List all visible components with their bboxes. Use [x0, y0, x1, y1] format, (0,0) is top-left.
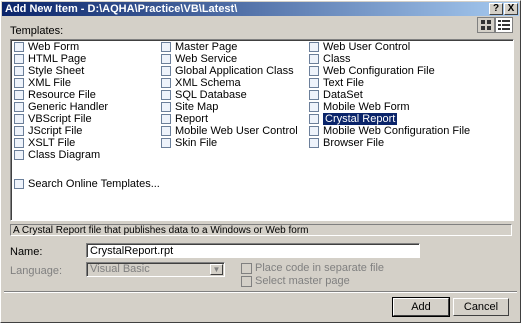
help-button[interactable]: ? — [489, 3, 503, 15]
dialog-title: Add New Item - D:\AQHA\Practice\VB\Lates… — [5, 3, 238, 15]
template-item[interactable]: Generic Handler — [13, 101, 108, 113]
list-icon — [498, 20, 510, 30]
template-item[interactable]: Web User Control — [308, 41, 410, 53]
template-item[interactable]: Report — [160, 113, 208, 125]
browser-file-icon — [309, 138, 319, 148]
select-master-checkbox[interactable] — [241, 276, 252, 287]
sql-database-icon — [161, 90, 171, 100]
xml-file-icon — [14, 78, 24, 88]
mobile-web-form-icon — [309, 102, 319, 112]
template-item[interactable]: HTML Page — [13, 53, 86, 65]
place-code-checkbox[interactable] — [241, 263, 252, 274]
template-item-selected[interactable]: Crystal Report — [308, 112, 399, 126]
template-item[interactable]: Browser File — [308, 137, 384, 149]
generic-handler-icon — [14, 102, 24, 112]
place-code-label: Place code in separate file — [255, 262, 385, 274]
template-item[interactable]: Class — [308, 53, 351, 65]
template-item[interactable]: Web Service — [160, 53, 237, 65]
template-item[interactable]: Skin File — [160, 137, 217, 149]
search-online-icon — [14, 179, 24, 189]
xslt-file-icon — [14, 138, 24, 148]
master-page-icon — [161, 42, 171, 52]
templates-list[interactable]: Web Form HTML Page Style Sheet XML File … — [10, 39, 514, 221]
template-item[interactable]: VBScript File — [13, 113, 92, 125]
search-online-templates[interactable]: Search Online Templates... — [13, 178, 160, 190]
template-item[interactable]: Web Form — [13, 41, 79, 53]
resource-file-icon — [14, 90, 24, 100]
small-icons-view-button[interactable] — [495, 17, 513, 33]
templates-label: Templates: — [10, 25, 64, 37]
language-label: Language: — [10, 265, 62, 277]
template-item[interactable]: Text File — [308, 77, 364, 89]
cancel-button[interactable]: Cancel — [453, 298, 509, 316]
template-item[interactable]: Master Page — [160, 41, 237, 53]
language-select[interactable]: Visual Basic ▼ — [86, 262, 225, 277]
web-configuration-file-icon — [309, 66, 319, 76]
template-item[interactable]: Global Application Class — [160, 65, 294, 77]
skin-file-icon — [161, 138, 171, 148]
xml-schema-icon — [161, 78, 171, 88]
large-icons-view-button[interactable] — [477, 17, 495, 33]
template-item[interactable]: Mobile Web Configuration File — [308, 125, 470, 137]
template-item[interactable]: SQL Database — [160, 89, 247, 101]
title-bar[interactable]: Add New Item - D:\AQHA\Practice\VB\Lates… — [2, 2, 519, 16]
close-button[interactable]: X — [504, 3, 518, 15]
crystal-report-icon — [309, 114, 319, 124]
dataset-icon — [309, 90, 319, 100]
mobile-web-user-control-icon — [161, 126, 171, 136]
large-icons-icon — [481, 20, 491, 30]
template-item[interactable]: Web Configuration File — [308, 65, 435, 77]
style-sheet-icon — [14, 66, 24, 76]
template-item[interactable]: XML Schema — [160, 77, 241, 89]
add-button[interactable]: Add — [392, 297, 450, 317]
html-page-icon — [14, 54, 24, 64]
class-diagram-icon — [14, 150, 24, 160]
language-value: Visual Basic — [90, 263, 150, 275]
template-item[interactable]: Class Diagram — [13, 149, 100, 161]
web-service-icon — [161, 54, 171, 64]
template-item[interactable]: Style Sheet — [13, 65, 84, 77]
add-new-item-dialog: Add New Item - D:\AQHA\Practice\VB\Lates… — [0, 0, 521, 323]
template-item[interactable]: XSLT File — [13, 137, 75, 149]
template-item[interactable]: DataSet — [308, 89, 363, 101]
template-item[interactable]: Site Map — [160, 101, 218, 113]
report-icon — [161, 114, 171, 124]
site-map-icon — [161, 102, 171, 112]
text-file-icon — [309, 78, 319, 88]
template-item[interactable]: Mobile Web User Control — [160, 125, 298, 137]
web-user-control-icon — [309, 42, 319, 52]
mobile-web-configuration-file-icon — [309, 126, 319, 136]
vbscript-file-icon — [14, 114, 24, 124]
global-application-class-icon — [161, 66, 171, 76]
jscript-file-icon — [14, 126, 24, 136]
footer-divider — [4, 291, 517, 293]
template-description: A Crystal Report file that publishes dat… — [10, 224, 512, 236]
name-input[interactable] — [86, 243, 420, 258]
select-master-label: Select master page — [255, 275, 350, 287]
web-form-icon — [14, 42, 24, 52]
chevron-down-icon[interactable]: ▼ — [210, 264, 223, 275]
template-item[interactable]: XML File — [13, 77, 71, 89]
name-label: Name: — [10, 246, 43, 258]
template-item[interactable]: Resource File — [13, 89, 96, 101]
template-item[interactable]: Mobile Web Form — [308, 101, 410, 113]
class-icon — [309, 54, 319, 64]
template-item[interactable]: JScript File — [13, 125, 82, 137]
